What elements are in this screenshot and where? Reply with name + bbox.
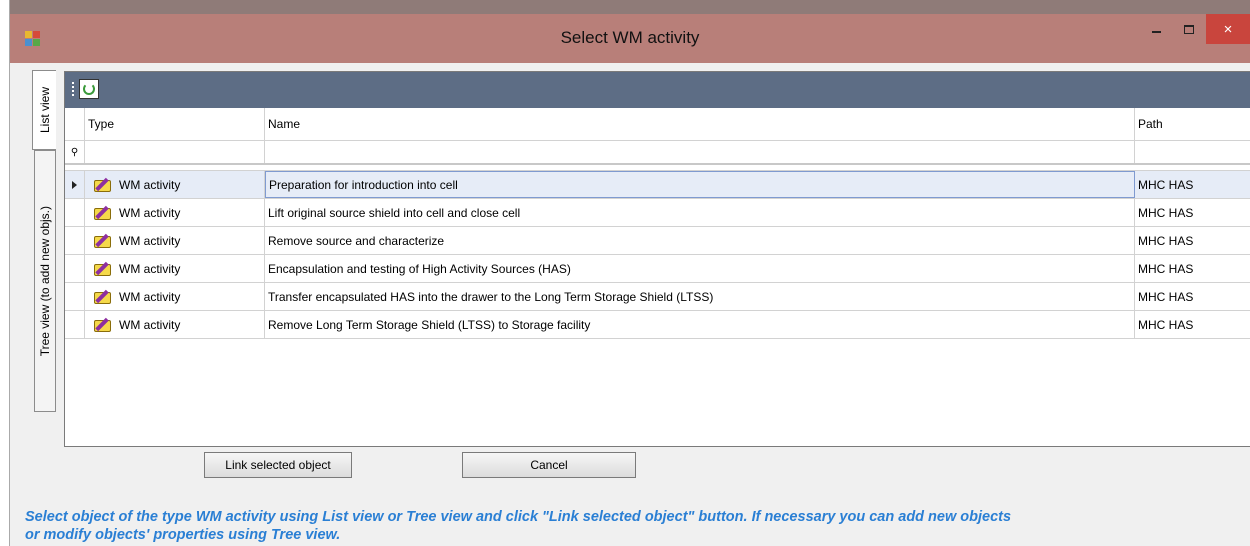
- toolbar-grip[interactable]: [72, 82, 74, 96]
- list-view-panel: Type Name Path ⚲ WM activity Preparation…: [64, 71, 1250, 447]
- background-window-top: [0, 0, 1250, 14]
- path-cell[interactable]: MHC HAS: [1135, 255, 1250, 282]
- row-selector[interactable]: [65, 227, 85, 254]
- type-cell[interactable]: WM activity: [85, 199, 265, 226]
- wm-activity-icon: [92, 316, 114, 334]
- row-selector[interactable]: [65, 171, 85, 198]
- path-cell[interactable]: MHC HAS: [1135, 311, 1250, 338]
- row-selector[interactable]: [65, 199, 85, 226]
- minimize-button[interactable]: [1141, 14, 1171, 44]
- wm-activity-icon: [92, 288, 114, 306]
- column-header-type[interactable]: Type: [85, 108, 265, 140]
- table-row[interactable]: WM activity Transfer encapsulated HAS in…: [65, 283, 1250, 311]
- tab-list-view[interactable]: List view: [32, 70, 56, 150]
- column-header-name[interactable]: Name: [265, 108, 1135, 140]
- column-header-path[interactable]: Path: [1135, 108, 1250, 140]
- row-selector[interactable]: [65, 283, 85, 310]
- table-row[interactable]: WM activity Encapsulation and testing of…: [65, 255, 1250, 283]
- type-cell[interactable]: WM activity: [85, 283, 265, 310]
- maximize-button[interactable]: [1174, 14, 1204, 44]
- tab-tree-view-label: Tree view (to add new objs.): [38, 205, 52, 357]
- path-cell[interactable]: MHC HAS: [1135, 283, 1250, 310]
- dialog-window: Select WM activity × List view Tree view…: [10, 14, 1250, 546]
- grid-header: Type Name Path: [65, 108, 1250, 141]
- instruction-line-2: or modify objects' properties using Tree…: [25, 527, 341, 543]
- filter-name-input[interactable]: [265, 141, 1135, 163]
- instruction-text: Select object of the type WM activity us…: [25, 508, 1250, 544]
- path-cell[interactable]: MHC HAS: [1135, 199, 1250, 226]
- current-row-arrow-icon: [72, 180, 77, 189]
- name-cell[interactable]: Preparation for introduction into cell: [265, 171, 1135, 198]
- table-row[interactable]: WM activity Preparation for introduction…: [65, 171, 1250, 199]
- wm-activity-icon: [92, 232, 114, 250]
- tab-list-view-label: List view: [37, 86, 52, 133]
- filter-row: ⚲: [65, 141, 1250, 165]
- title-bar[interactable]: Select WM activity ×: [10, 14, 1250, 63]
- type-cell[interactable]: WM activity: [85, 171, 265, 198]
- type-cell[interactable]: WM activity: [85, 227, 265, 254]
- refresh-button[interactable]: [79, 79, 99, 99]
- table-row[interactable]: WM activity Remove source and characteri…: [65, 227, 1250, 255]
- grid-toolbar: [65, 72, 1250, 108]
- table-row[interactable]: WM activity Remove Long Term Storage Shi…: [65, 311, 1250, 339]
- name-cell[interactable]: Remove source and characterize: [265, 227, 1135, 254]
- tab-tree-view[interactable]: Tree view (to add new objs.): [34, 150, 56, 412]
- filter-type-input[interactable]: [85, 141, 265, 163]
- row-selector[interactable]: [65, 255, 85, 282]
- data-grid: Type Name Path ⚲ WM activity Preparation…: [65, 108, 1250, 339]
- link-selected-object-button[interactable]: Link selected object: [204, 452, 352, 478]
- filter-icon: ⚲: [65, 141, 85, 163]
- path-cell[interactable]: MHC HAS: [1135, 171, 1250, 198]
- type-cell[interactable]: WM activity: [85, 311, 265, 338]
- close-icon: ×: [1223, 20, 1233, 38]
- wm-activity-icon: [92, 204, 114, 222]
- name-cell[interactable]: Transfer encapsulated HAS into the drawe…: [265, 283, 1135, 310]
- name-cell[interactable]: Remove Long Term Storage Shield (LTSS) t…: [265, 311, 1135, 338]
- filter-path-input[interactable]: [1135, 141, 1250, 163]
- cancel-button[interactable]: Cancel: [462, 452, 636, 478]
- type-cell[interactable]: WM activity: [85, 255, 265, 282]
- path-cell[interactable]: MHC HAS: [1135, 227, 1250, 254]
- window-title: Select WM activity: [560, 28, 700, 47]
- minimize-icon: [1151, 31, 1161, 33]
- name-cell[interactable]: Encapsulation and testing of High Activi…: [265, 255, 1135, 282]
- wm-activity-icon: [92, 260, 114, 278]
- row-selector[interactable]: [65, 311, 85, 338]
- close-button[interactable]: ×: [1206, 14, 1250, 44]
- name-cell[interactable]: Lift original source shield into cell an…: [265, 199, 1135, 226]
- refresh-icon: [83, 83, 95, 95]
- table-row[interactable]: WM activity Lift original source shield …: [65, 199, 1250, 227]
- instruction-line-1: Select object of the type WM activity us…: [25, 509, 1012, 525]
- background-window-edge: [0, 0, 10, 546]
- wm-activity-icon: [92, 176, 114, 194]
- header-selector-cell: [65, 108, 85, 140]
- maximize-icon: [1184, 24, 1194, 34]
